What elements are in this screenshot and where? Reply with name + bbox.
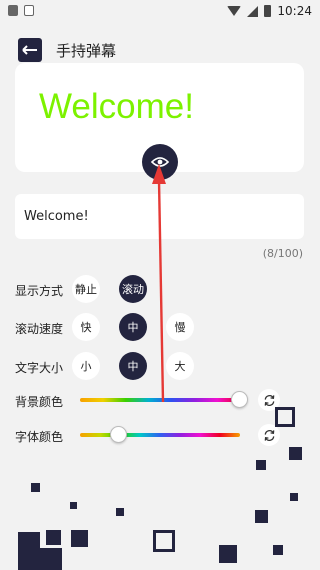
refresh-icon <box>264 394 274 406</box>
status-icons: 10:24 <box>227 4 312 18</box>
pixel-block <box>46 530 61 545</box>
notification-icons <box>8 5 34 16</box>
pixel-block <box>255 510 268 523</box>
scroll-speed-slow[interactable]: 慢 <box>166 313 194 341</box>
back-button[interactable] <box>18 38 42 62</box>
pixel-block <box>290 493 298 501</box>
pixel-block <box>70 502 77 509</box>
status-time: 10:24 <box>277 4 312 18</box>
preview-text: Welcome! <box>39 87 194 126</box>
bg-color-label: 背景颜色 <box>15 395 64 409</box>
scroll-speed-medium[interactable]: 中 <box>119 313 147 341</box>
scroll-speed-fast[interactable]: 快 <box>72 313 100 341</box>
pixel-block <box>31 483 40 492</box>
status-bar: 10:24 <box>0 0 320 24</box>
back-arrow-icon <box>22 45 37 55</box>
display-mode-scroll[interactable]: 滚动 <box>119 275 147 303</box>
wifi-icon <box>227 6 242 16</box>
pixel-block <box>273 545 283 555</box>
pixel-block <box>40 548 62 570</box>
notification-icon <box>8 5 18 16</box>
font-color-slider-knob[interactable] <box>110 426 127 443</box>
pixel-block <box>219 545 237 563</box>
font-color-label: 字体颜色 <box>15 430 64 444</box>
scroll-speed-label: 滚动速度 <box>15 322 64 336</box>
battery-icon <box>264 5 272 17</box>
text-size-medium[interactable]: 中 <box>119 352 147 380</box>
pixel-block <box>116 508 124 516</box>
display-mode-label: 显示方式 <box>15 284 64 298</box>
text-size-large[interactable]: 大 <box>166 352 194 380</box>
font-color-slider[interactable] <box>80 433 240 437</box>
text-size-small[interactable]: 小 <box>72 352 100 380</box>
pixel-block <box>71 530 88 547</box>
font-color-reset-button[interactable] <box>258 424 280 446</box>
pixel-block <box>289 447 302 460</box>
text-size-label: 文字大小 <box>15 361 64 375</box>
danmaku-text-field[interactable] <box>15 194 304 239</box>
preview-fullscreen-button[interactable] <box>142 144 178 180</box>
bg-color-slider[interactable] <box>80 398 240 402</box>
page-title: 手持弹幕 <box>56 42 117 60</box>
notification-icon-a <box>24 5 34 16</box>
pixel-block <box>256 460 266 470</box>
eye-icon <box>151 157 169 167</box>
char-counter: (8/100) <box>262 247 303 260</box>
pixel-block <box>18 532 40 570</box>
pixel-outline <box>153 530 175 552</box>
danmaku-text-input[interactable] <box>15 194 304 239</box>
bg-color-slider-knob[interactable] <box>231 391 248 408</box>
display-mode-static[interactable]: 静止 <box>72 275 100 303</box>
signal-icon <box>247 5 259 17</box>
refresh-icon <box>264 429 274 441</box>
pixel-outline <box>275 407 295 427</box>
